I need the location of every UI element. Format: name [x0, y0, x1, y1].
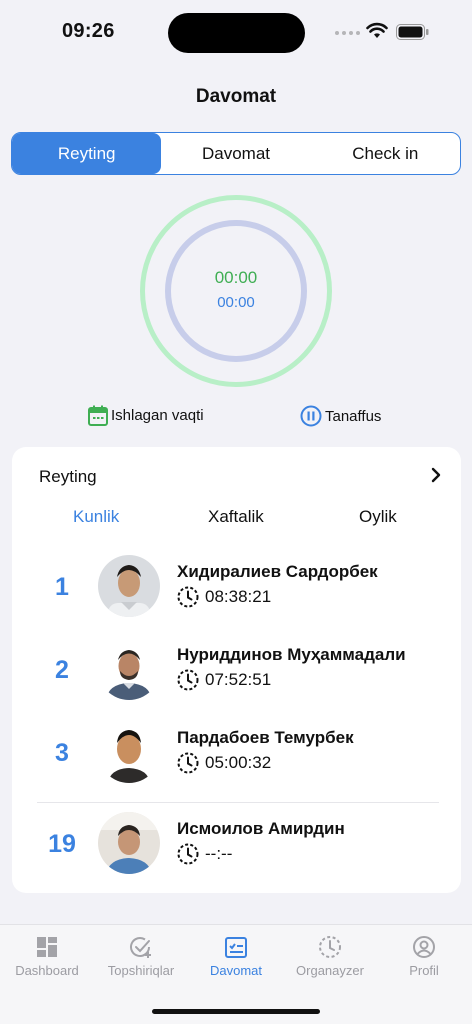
wifi-icon — [366, 22, 388, 38]
dynamic-island — [168, 13, 305, 53]
pause-icon — [300, 405, 322, 427]
signal-icon — [335, 31, 360, 35]
period-tab-monthly[interactable]: Oylik — [359, 507, 397, 527]
segment-check-in[interactable]: Check in — [311, 133, 460, 174]
page-title: Davomat — [195, 86, 277, 107]
status-bar: 09:26 — [0, 0, 472, 64]
home-indicator — [152, 1009, 320, 1014]
clock-dashed-icon — [177, 669, 199, 691]
rating-row[interactable]: 1 Хидиралиев Сардорбек 08:38:21 — [12, 555, 461, 625]
time-value: --:-- — [205, 844, 233, 863]
time-value: 05:00:32 — [205, 753, 272, 772]
tab-profil[interactable]: Profil — [377, 935, 471, 978]
employee-time: 08:38:21 — [177, 586, 271, 608]
battery-icon — [396, 24, 429, 40]
tab-davomat[interactable]: Davomat — [189, 935, 283, 978]
grid-icon — [37, 937, 57, 957]
employee-name: Пардабоев Темурбек — [177, 728, 354, 747]
tab-label: Topshiriqlar — [107, 963, 175, 978]
clock-dashed-icon — [177, 752, 199, 774]
tab-dashboard[interactable]: Dashboard — [0, 935, 94, 978]
clock-dashed-icon — [319, 936, 341, 958]
rank-number: 3 — [55, 739, 69, 767]
user-circle-icon — [413, 936, 435, 958]
rating-row-current-user[interactable]: 19 Исмоилов Амирдин --:-- — [12, 812, 461, 882]
timer-ring: 00:00 00:00 — [140, 195, 332, 387]
employee-time: 07:52:51 — [177, 669, 271, 691]
rating-title: Reyting — [39, 467, 97, 486]
time-value: 07:52:51 — [205, 670, 272, 689]
employee-name: Хидиралиев Сардорбек — [177, 562, 378, 581]
employee-time: --:-- — [177, 843, 232, 865]
rank-number: 2 — [55, 656, 69, 684]
status-time: 09:26 — [62, 20, 115, 42]
rating-card: Reyting Kunlik Xaftalik Oylik 1 Хидирали… — [12, 447, 461, 893]
tab-label: Dashboard — [15, 963, 79, 978]
time-value: 08:38:21 — [205, 587, 272, 606]
divider — [37, 802, 439, 803]
clock-dashed-icon — [177, 586, 199, 608]
tab-topshiriqlar[interactable]: Topshiriqlar — [94, 935, 188, 978]
legend-work-label: Ishlagan vaqti — [111, 407, 204, 424]
avatar — [98, 812, 160, 874]
break-time-value: 00:00 — [217, 294, 255, 311]
rank-number: 1 — [55, 573, 69, 601]
employee-name: Исмоилов Амирдин — [177, 819, 345, 838]
tab-label: Organayzer — [296, 963, 364, 978]
attendance-icon — [225, 937, 247, 958]
calendar-icon — [88, 405, 108, 426]
rank-number: 19 — [48, 830, 76, 858]
work-time-value: 00:00 — [214, 268, 258, 287]
segmented-control: Reyting Davomat Check in — [11, 132, 461, 175]
break-time-ring — [165, 220, 307, 362]
avatar — [98, 555, 160, 617]
task-check-icon — [130, 937, 151, 958]
tab-label: Davomat — [209, 963, 263, 978]
avatar — [98, 721, 160, 783]
period-tab-daily[interactable]: Kunlik — [73, 507, 119, 527]
chevron-right-icon[interactable] — [430, 467, 442, 483]
legend-break-label: Tanaffus — [325, 407, 382, 425]
tab-organayzer[interactable]: Organayzer — [283, 935, 377, 978]
period-tab-weekly[interactable]: Xaftalik — [208, 507, 264, 527]
segment-davomat[interactable]: Davomat — [161, 133, 310, 174]
clock-dashed-icon — [177, 843, 199, 865]
legend-work-time: Ishlagan vaqti — [88, 405, 204, 426]
tab-label: Profil — [409, 963, 439, 978]
employee-name: Нуриддинов Муҳаммадали — [177, 645, 406, 664]
rating-row[interactable]: 3 Пардабоев Темурбек 05:00:32 — [12, 721, 461, 791]
employee-time: 05:00:32 — [177, 752, 271, 774]
rating-row[interactable]: 2 Нуриддинов Муҳаммадали 07:52:51 — [12, 638, 461, 708]
legend-break-time: Tanaffus — [300, 405, 381, 427]
avatar — [98, 638, 160, 700]
segment-reyting[interactable]: Reyting — [12, 133, 162, 174]
